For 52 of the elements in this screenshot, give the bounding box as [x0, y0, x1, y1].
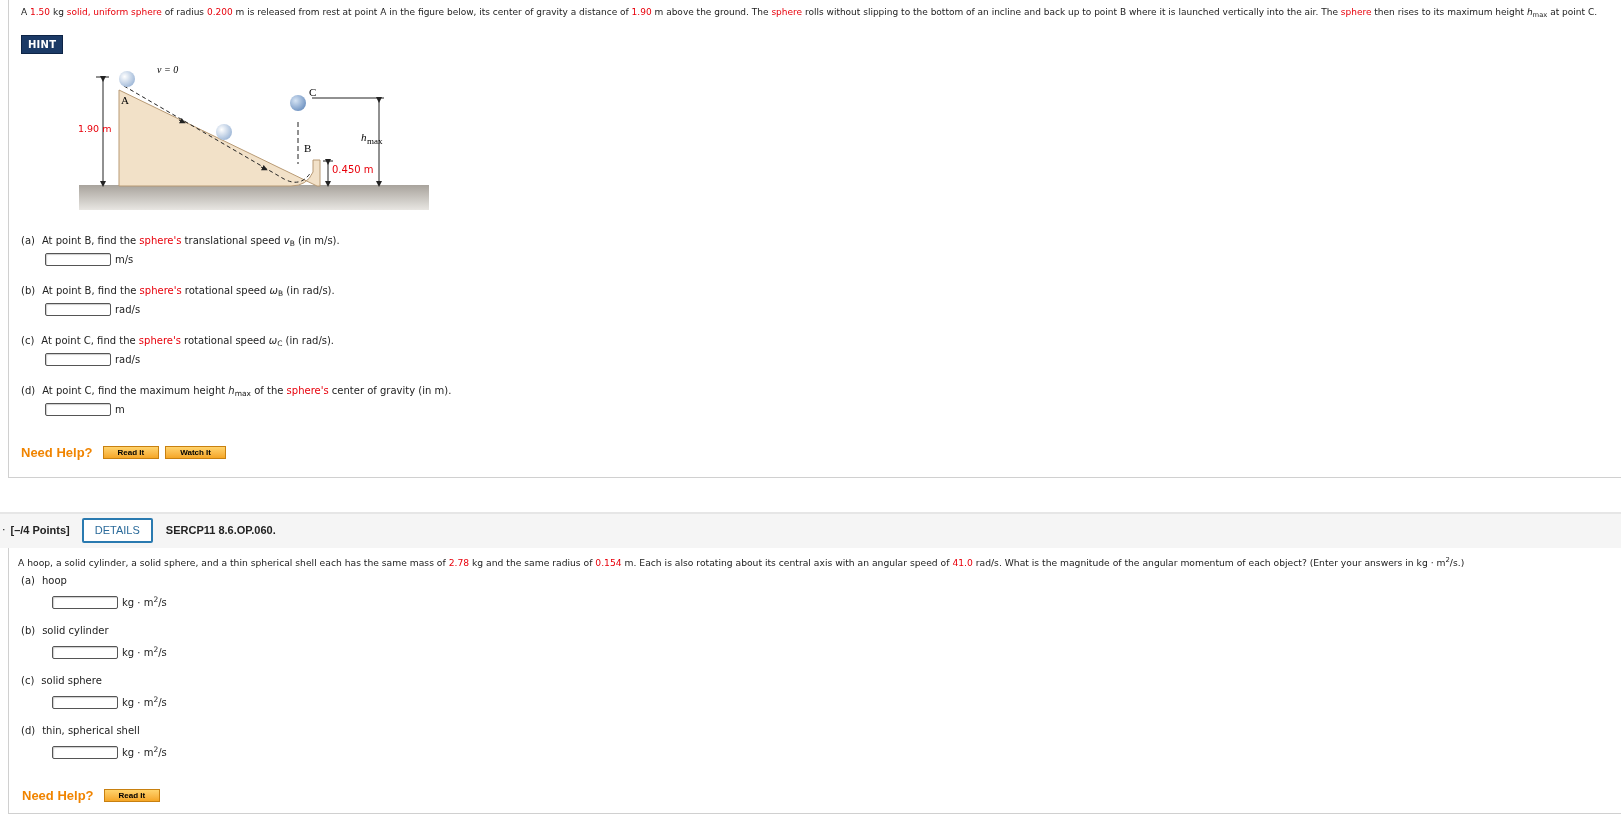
question-text: At point B, find the sphere's rotational speed ω$_{B}$ (in rad/s).: [42, 284, 335, 298]
problem-text: A 1.50 kg solid, uniform sphere of radius 0.200 m is released from rest at point A in the figure below, its center of gravity a distance of 1.90 m above the ground. The sphere rolls without slipping to the bottom of an incline and back up to point B where it is launched vertically into the air. The sphere then rises to its maximum height h$_{max}$ at point C.: [21, 6, 1599, 19]
part-label: (b): [21, 284, 36, 298]
unit-label: m/s: [115, 253, 134, 267]
points-label: [–/4 Points]: [10, 523, 70, 539]
need-help-label: Need Help?: [21, 444, 93, 462]
part-label: (a): [21, 234, 35, 248]
part-label: (b): [21, 623, 36, 638]
answer-field[interactable]: [45, 253, 111, 266]
question-text: At point C, find the maximum height h$_{max}$ of the sphere's center of gravity (in m).: [42, 384, 452, 398]
help-button[interactable]: Watch It: [165, 446, 226, 460]
bullet-mark: ·: [2, 522, 6, 539]
help-button[interactable]: Read It: [103, 788, 161, 802]
unit-label: kg · m$^{2}$/s: [122, 644, 167, 660]
unit-label: kg · m$^{2}$/s: [122, 594, 167, 610]
velocity-label: v = 0: [157, 64, 179, 75]
answer-field[interactable]: [52, 595, 118, 609]
problem-code: SERCP11 8.6.OP.060.: [165, 523, 276, 539]
item-label: thin, spherical shell: [42, 723, 140, 738]
lip-height-label: 0.450 m: [332, 164, 374, 175]
point-label: C: [309, 86, 317, 98]
answer-field[interactable]: [45, 303, 111, 316]
part-label: (d): [21, 384, 36, 398]
part-label: (a): [21, 573, 35, 588]
answer-field[interactable]: [52, 695, 118, 709]
need-help-label: Need Help?: [22, 786, 94, 805]
part-label: (c): [21, 334, 35, 348]
item-label: solid cylinder: [42, 623, 109, 638]
part-label: (d): [21, 723, 36, 738]
hint-button[interactable]: HINT: [21, 35, 64, 54]
unit-label: rad/s: [115, 303, 141, 317]
unit-label: rad/s: [115, 353, 141, 367]
unit-label: kg · m$^{2}$/s: [122, 744, 167, 760]
unit-label: m: [115, 403, 125, 417]
part-label: (c): [21, 673, 35, 688]
unit-label: kg · m$^{2}$/s: [122, 694, 167, 710]
details-button[interactable]: DETAILS: [81, 518, 153, 543]
question-text: At point C, find the sphere's rotational speed ω$_{C}$ (in rad/s).: [41, 334, 335, 348]
help-button[interactable]: Read It: [102, 446, 160, 460]
problem-text: A hoop, a solid cylinder, a solid sphere, and a thin spherical shell each has the same mass of 2.78 kg and the same radius of 0.154 m. Each is also rotating about its central axis with an angular speed of 41.0 rad/s. What is the magnitude of the angular momentum of each object? (Enter your answers in kg · m$^{2}$/s.): [18, 555, 1466, 570]
answer-field[interactable]: [52, 645, 118, 659]
height-label: 1.90 m: [79, 123, 112, 134]
question-text: At point B, find the sphere's translational speed v$_{B}$ (in m/s).: [41, 234, 340, 248]
point-label: B: [304, 142, 312, 154]
item-label: hoop: [41, 573, 67, 588]
hmax-label: h: [361, 131, 367, 143]
answer-field[interactable]: [45, 353, 111, 366]
item-label: solid sphere: [41, 673, 102, 688]
answer-field[interactable]: [52, 745, 118, 759]
answer-field[interactable]: [45, 403, 111, 416]
hmax-subscript: max: [367, 136, 383, 146]
point-label: A: [121, 94, 129, 106]
